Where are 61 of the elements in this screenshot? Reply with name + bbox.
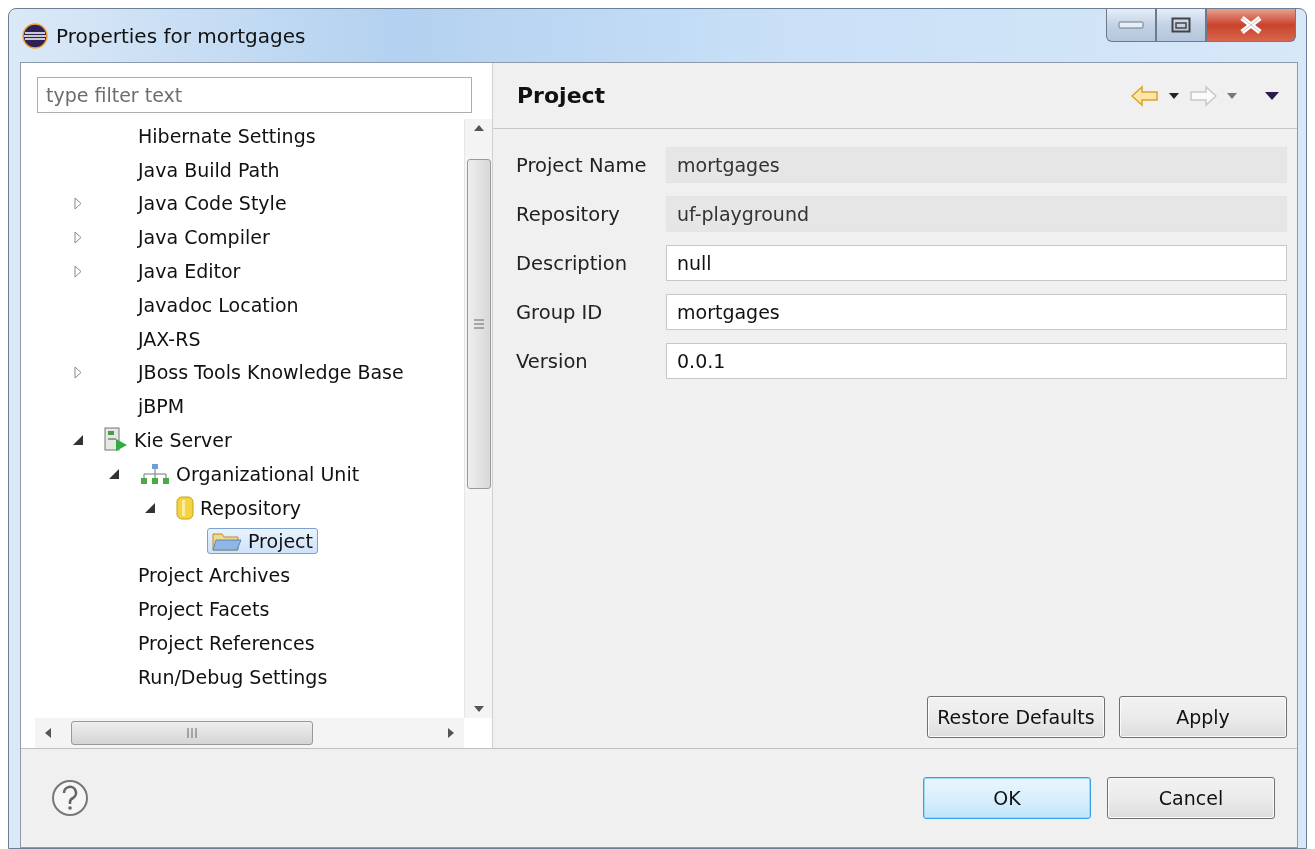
tree-item[interactable]: Project Facets [133, 596, 275, 623]
vertical-scrollbar[interactable] [464, 119, 492, 718]
folder-icon [212, 530, 242, 553]
tree-item[interactable]: JAX-RS [133, 325, 206, 352]
maximize-button[interactable] [1156, 9, 1206, 42]
server-icon [104, 427, 128, 454]
field-label: Project Name [516, 153, 648, 177]
collapsed-arrow-icon[interactable] [74, 197, 82, 210]
app-logo-icon [22, 22, 48, 49]
tree-item[interactable]: Organizational Unit [135, 460, 365, 487]
minimize-icon [1118, 21, 1144, 29]
scroll-thumb[interactable] [466, 158, 491, 489]
tree-item[interactable]: Kie Server [99, 425, 237, 456]
field-label: Repository [516, 202, 621, 226]
dialog-button[interactable]: Cancel [1107, 777, 1275, 819]
tree-item[interactable]: Java Editor [133, 258, 246, 285]
help-icon[interactable] [51, 779, 89, 817]
close-button[interactable] [1206, 9, 1296, 42]
tree-item[interactable]: Hibernate Settings [133, 122, 321, 149]
field-label: Group ID [516, 300, 604, 324]
filter-field[interactable]: type filter text [37, 77, 472, 113]
left-caret-icon[interactable] [45, 728, 51, 738]
minimize-button[interactable] [1106, 9, 1156, 42]
tree-item[interactable]: Java Code Style [133, 190, 292, 217]
tree-item[interactable]: jBPM [133, 393, 190, 420]
field-label: Description [516, 251, 629, 275]
maximize-icon [1171, 17, 1191, 33]
tree-item[interactable]: Java Build Path [133, 156, 285, 183]
dialog-button[interactable]: OK [923, 777, 1091, 819]
tree-item[interactable]: JBoss Tools Knowledge Base [133, 359, 409, 386]
hierarchy-icon [140, 462, 170, 485]
tree-item[interactable]: Repository [171, 492, 307, 523]
page-button[interactable]: Apply [1119, 696, 1287, 738]
tree-item[interactable]: Project References [133, 629, 320, 656]
collapsed-arrow-icon[interactable] [74, 365, 82, 379]
expanded-arrow-icon[interactable] [73, 435, 83, 446]
down-caret-icon[interactable] [1169, 92, 1179, 99]
expanded-arrow-icon[interactable] [109, 468, 119, 479]
tree-item[interactable]: Project [207, 528, 318, 555]
page-button[interactable]: Restore Defaults [927, 696, 1105, 738]
cylinder-icon [176, 494, 194, 521]
collapsed-arrow-icon[interactable] [74, 264, 82, 278]
field-label: Version [516, 349, 589, 373]
close-icon [1239, 16, 1263, 34]
tree-item[interactable]: Run/Debug Settings [133, 663, 333, 690]
tree-item[interactable]: Java Compiler [133, 224, 275, 251]
text-field[interactable]: 0.0.1 [666, 343, 1287, 379]
collapsed-arrow-icon[interactable] [74, 230, 82, 244]
right-caret-icon[interactable] [448, 728, 454, 738]
menu-caret-icon[interactable] [1265, 91, 1279, 100]
horizontal-scrollbar[interactable] [35, 718, 464, 748]
text-field[interactable]: null [666, 245, 1287, 281]
tree-item[interactable]: Javadoc Location [133, 291, 304, 318]
expanded-arrow-icon[interactable] [145, 502, 155, 513]
up-caret-icon[interactable] [473, 125, 484, 131]
page-title: Project [517, 83, 607, 108]
tree-item[interactable]: Project Archives [133, 562, 296, 589]
down-caret-icon[interactable] [473, 706, 484, 712]
window-title: Properties for mortgages [56, 23, 306, 48]
scroll-thumb[interactable] [71, 721, 313, 745]
text-field[interactable]: mortgages [666, 294, 1287, 330]
